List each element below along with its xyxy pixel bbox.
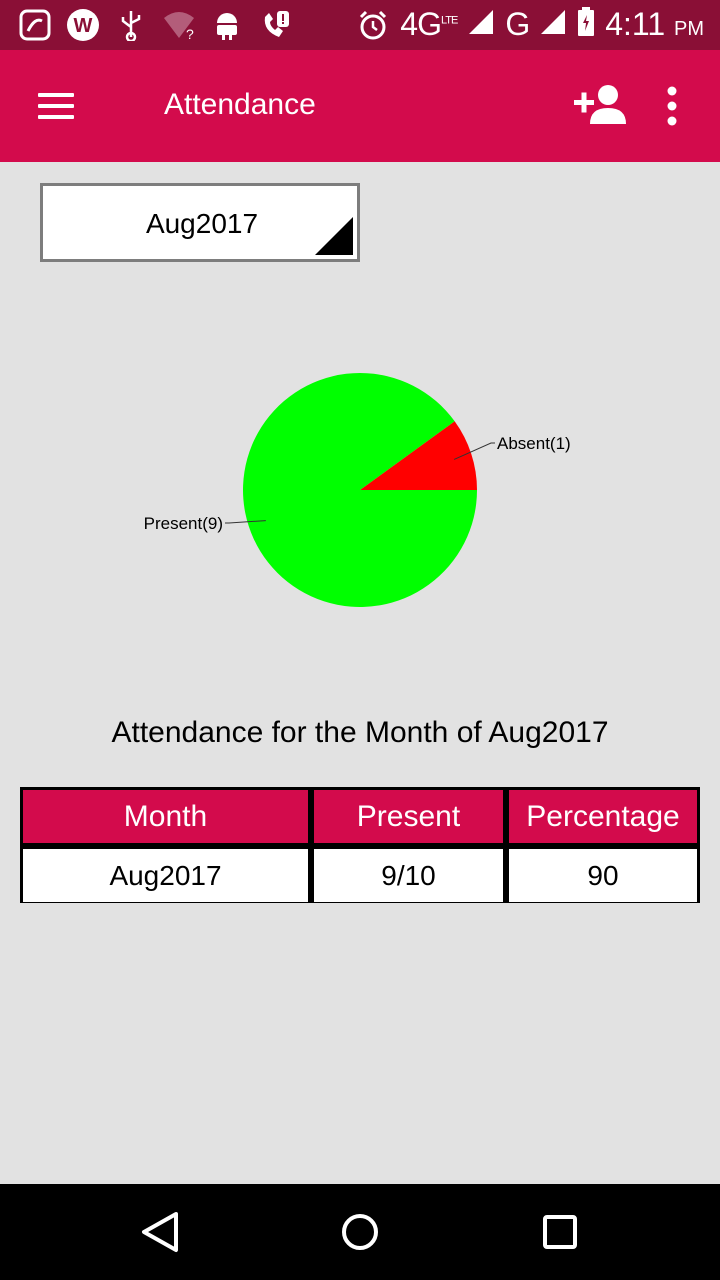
app-bar: Attendance xyxy=(0,50,720,162)
w-app-icon: W xyxy=(66,8,100,42)
battery-icon xyxy=(577,7,595,42)
usb-icon xyxy=(114,8,148,42)
pie-label: Present(9) xyxy=(144,514,223,533)
table-header-cell: Present xyxy=(314,790,503,843)
nav-bar xyxy=(0,1184,720,1280)
month-select-value: Aug2017 xyxy=(145,208,259,239)
pie-label: Absent(1) xyxy=(497,434,571,453)
home-icon[interactable] xyxy=(330,1206,390,1258)
table-header-cell: Month xyxy=(23,790,308,843)
alarm-icon xyxy=(356,8,390,42)
more-vertical-icon[interactable] xyxy=(652,84,692,130)
dropdown-triangle-icon xyxy=(315,217,353,255)
table-cell: Aug2017 xyxy=(23,849,308,902)
attendance-pie-chart: Absent(1) Present(9) xyxy=(0,300,720,680)
table-cell: 90 xyxy=(509,849,697,902)
month-select[interactable]: Aug2017 xyxy=(40,183,360,262)
network-type-2: G xyxy=(505,6,530,42)
signal-icon-2 xyxy=(539,8,567,41)
back-icon[interactable] xyxy=(130,1206,190,1258)
recents-icon[interactable] xyxy=(530,1206,590,1258)
status-bar: W ? 4GLTE G 4:11 PM xyxy=(0,0,720,50)
wifi-unknown-icon: ? xyxy=(162,8,196,42)
saavn-icon xyxy=(18,8,52,42)
summary-title: Attendance for the Month of Aug2017 xyxy=(111,716,609,749)
android-icon xyxy=(210,8,244,42)
svg-text:W: W xyxy=(74,15,93,37)
missed-call-icon xyxy=(258,8,292,42)
network-type: 4GLTE xyxy=(400,6,458,42)
page-title: Attendance xyxy=(164,88,316,121)
table-cell: 9/10 xyxy=(314,849,503,902)
attendance-table: Month Present Percentage Aug2017 9/10 90 xyxy=(20,787,700,903)
clock: 4:11 PM xyxy=(605,6,704,42)
pie-slice xyxy=(243,373,477,607)
svg-text:?: ? xyxy=(186,26,194,40)
signal-icon xyxy=(467,8,495,41)
add-person-icon[interactable] xyxy=(568,80,632,132)
hamburger-menu-icon[interactable] xyxy=(30,86,82,126)
table-header-cell: Percentage xyxy=(509,790,697,843)
